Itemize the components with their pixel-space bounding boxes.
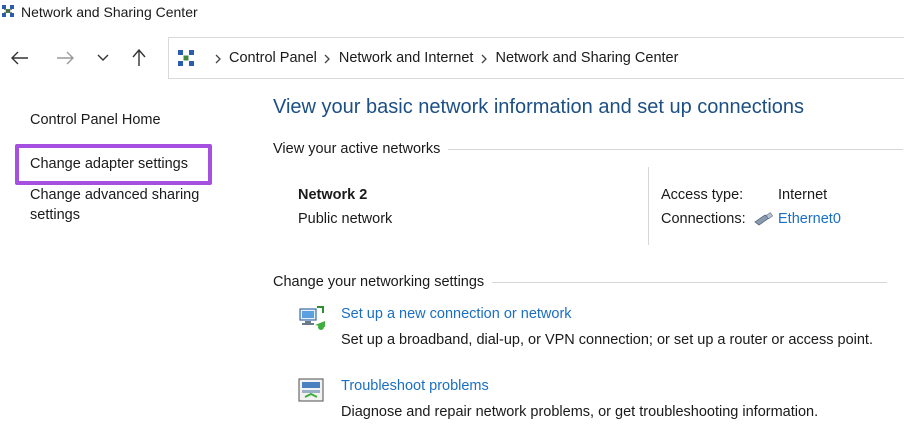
ethernet-icon [753, 212, 774, 226]
forward-button[interactable] [54, 47, 76, 69]
divider [448, 148, 904, 150]
up-button[interactable] [128, 47, 150, 69]
back-button[interactable] [9, 47, 31, 69]
network-center-icon [1, 4, 15, 18]
section-header-label: Change your networking settings [273, 274, 485, 290]
network-center-icon [177, 49, 195, 67]
ethernet-connection-link[interactable]: Ethernet0 [778, 211, 841, 227]
arrow-left-icon [11, 51, 29, 65]
network-name: Network 2 [298, 187, 368, 203]
access-type-value: Internet [778, 187, 828, 203]
section-header-active-networks: View your active networks [273, 141, 904, 157]
arrow-up-icon [132, 49, 146, 67]
troubleshoot-problems-description: Diagnose and repair network problems, or… [341, 404, 819, 420]
highlight-box [15, 144, 212, 185]
sidebar-item-change-advanced-sharing-settings[interactable]: Change advanced sharing settings [30, 185, 199, 225]
access-type-label: Access type: [661, 187, 744, 203]
recent-locations-button[interactable] [92, 47, 114, 69]
arrow-right-icon [56, 51, 74, 65]
section-header-label: View your active networks [273, 141, 441, 157]
page-title: View your basic network information and … [273, 96, 805, 118]
sidebar-item-control-panel-home[interactable]: Control Panel Home [30, 110, 161, 130]
sidebar-item-label: Change advanced sharing [30, 187, 200, 203]
divider [492, 281, 888, 283]
chevron-right-icon[interactable] [207, 51, 229, 65]
network-type[interactable]: Public network [298, 211, 392, 227]
new-connection-icon [297, 303, 327, 331]
troubleshoot-problems-link[interactable]: Troubleshoot problems [341, 378, 489, 394]
section-header-networking-settings: Change your networking settings [273, 274, 888, 290]
troubleshoot-icon [297, 377, 327, 405]
window-title: Network and Sharing Center [21, 4, 198, 20]
chevron-down-icon [97, 54, 109, 62]
connections-label: Connections: [661, 211, 746, 227]
setup-new-connection-description: Set up a broadband, dial-up, or VPN conn… [341, 332, 873, 348]
divider [648, 167, 649, 245]
setup-new-connection-link[interactable]: Set up a new connection or network [341, 306, 572, 322]
sidebar-item-label: settings [30, 207, 80, 223]
main-content: View your basic network information and … [273, 0, 904, 436]
